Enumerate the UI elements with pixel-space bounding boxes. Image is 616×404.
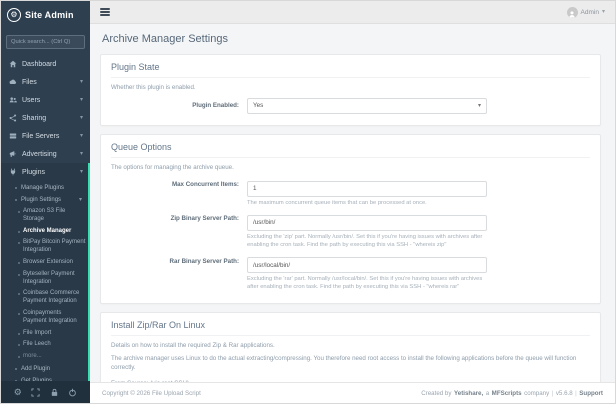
sidebar-item-browser-extension[interactable]: Browser Extension: [1, 257, 90, 269]
server-icon: [8, 132, 17, 140]
share-icon: [8, 114, 17, 122]
sidebar-item-label: Dashboard: [22, 61, 56, 68]
sidebar-item-dashboard[interactable]: Dashboard: [1, 55, 90, 73]
sidebar-item-plugin-settings[interactable]: Plugin Settings▾: [1, 194, 90, 206]
chevron-down-icon: ▾: [80, 151, 83, 157]
menu-icon[interactable]: [100, 8, 110, 16]
max-concurrent-label: Max Concurrent Items:: [111, 177, 247, 188]
chevron-down-icon: ▾: [80, 97, 83, 103]
cloud-icon: [8, 78, 17, 86]
install-zip-rar-card: Install Zip/Rar On Linux Details on how …: [100, 312, 601, 382]
field-help-text: The maximum concurrent queue items that …: [247, 199, 487, 207]
section-title: Plugin State: [111, 62, 590, 78]
sidebar-item-manage-plugins[interactable]: Manage Plugins: [1, 182, 90, 194]
sidebar: ⚙ Site Admin Dashboard Files ▾ Users ▾: [1, 1, 90, 403]
queue-options-card: Queue Options The options for managing t…: [100, 134, 601, 304]
sidebar-item-sharing[interactable]: Sharing ▾: [1, 109, 90, 127]
sidebar-item-coinpayments[interactable]: Coinpayments Payment Integration: [1, 308, 90, 328]
selected-value: Yes: [253, 102, 263, 109]
sidebar-item-label: Advertising: [22, 151, 57, 158]
credits: Created by Yetishare, a MFScripts compan…: [421, 390, 603, 397]
field-help-text: Excluding the 'rar' part. Normally /usr/…: [247, 275, 487, 292]
power-icon[interactable]: [68, 388, 77, 397]
expand-icon[interactable]: [31, 388, 40, 397]
sidebar-item-byteseller[interactable]: Byteseller Payment Integration: [1, 269, 90, 289]
chevron-down-icon: ▾: [478, 103, 481, 109]
plugin-enabled-select[interactable]: Yes ▾: [247, 98, 487, 114]
sidebar-item-file-leech[interactable]: File Leech: [1, 339, 90, 351]
chevron-down-icon: ▾: [80, 115, 83, 121]
sidebar-item-label: Sharing: [22, 115, 46, 122]
plugin-enabled-label: Plugin Enabled:: [111, 98, 247, 109]
megaphone-icon: [8, 150, 17, 158]
mfscripts-link[interactable]: MFScripts: [492, 390, 522, 397]
sidebar-item-label: Users: [22, 97, 40, 104]
sidebar-item-plugins[interactable]: Plugins ▾: [1, 163, 90, 181]
install-description-1: Details on how to install the required Z…: [111, 342, 590, 351]
sidebar-item-files[interactable]: Files ▾: [1, 73, 90, 91]
chevron-down-icon: ▾: [80, 79, 83, 85]
plugins-submenu: Manage Plugins Plugin Settings▾ Amazon S…: [1, 181, 90, 381]
plug-icon: [8, 168, 17, 176]
chevron-down-icon: ▾: [79, 197, 82, 203]
user-name: Admin: [581, 9, 599, 16]
logo-gear-icon: ⚙: [7, 8, 21, 22]
home-icon: [8, 60, 17, 68]
sidebar-item-bitpay[interactable]: BitPay Bitcoin Payment Integration: [1, 237, 90, 257]
user-menu[interactable]: Admin ▾: [567, 7, 605, 18]
version-text: v5.6.8: [556, 390, 573, 397]
support-link[interactable]: Support: [579, 390, 603, 397]
sidebar-item-label: File Servers: [22, 133, 59, 140]
section-title: Install Zip/Rar On Linux: [111, 320, 590, 336]
quick-search-input[interactable]: [6, 35, 85, 49]
gear-icon[interactable]: ⚙: [14, 388, 22, 397]
page-title: Archive Manager Settings: [102, 33, 601, 45]
app-window: ⚙ Site Admin Dashboard Files ▾ Users ▾: [0, 0, 616, 404]
section-description: The options for managing the archive que…: [111, 164, 590, 173]
field-help-text: Excluding the 'zip' part. Normally /usr/…: [247, 233, 487, 250]
sidebar-item-file-import[interactable]: File Import: [1, 328, 90, 340]
sidebar-nav: Dashboard Files ▾ Users ▾ Sharing ▾ File…: [1, 55, 90, 381]
plugins-group: Plugins ▾ Manage Plugins Plugin Settings…: [1, 163, 90, 381]
rar-binary-path-input[interactable]: [247, 257, 487, 273]
sidebar-item-advertising[interactable]: Advertising ▾: [1, 145, 90, 163]
main-area: Admin ▾ Archive Manager Settings Plugin …: [90, 1, 615, 403]
chevron-down-icon: ▾: [602, 9, 605, 15]
zip-binary-path-label: Zip Binary Server Path:: [111, 211, 247, 222]
topbar: Admin ▾: [90, 1, 615, 24]
lock-icon[interactable]: [50, 388, 59, 397]
app-title: Site Admin: [25, 10, 74, 20]
sidebar-item-users[interactable]: Users ▾: [1, 91, 90, 109]
footer: Copyright © 2026 File Upload Script Crea…: [90, 382, 615, 403]
copyright-text: Copyright © 2026 File Upload Script: [102, 390, 201, 397]
zip-binary-path-input[interactable]: [247, 215, 487, 231]
chevron-down-icon: ▾: [80, 169, 83, 175]
rar-binary-path-label: Rar Binary Server Path:: [111, 254, 247, 265]
sidebar-item-label: Files: [22, 79, 37, 86]
install-description-2: The archive manager uses Linux to do the…: [111, 355, 590, 372]
yetishare-link[interactable]: Yetishare,: [454, 390, 483, 397]
logo[interactable]: ⚙ Site Admin: [1, 1, 90, 27]
sidebar-item-more[interactable]: more...: [1, 351, 90, 363]
sidebar-item-get-plugins[interactable]: Get Plugins: [1, 375, 90, 381]
plugin-state-card: Plugin State Whether this plugin is enab…: [100, 54, 601, 126]
sidebar-item-label: Plugins: [22, 169, 45, 176]
max-concurrent-items-input[interactable]: [247, 181, 487, 197]
sidebar-item-file-servers[interactable]: File Servers ▾: [1, 127, 90, 145]
content: Archive Manager Settings Plugin State Wh…: [90, 24, 615, 382]
chevron-down-icon: ▾: [80, 133, 83, 139]
users-icon: [8, 96, 17, 104]
sidebar-bottom-bar: ⚙: [1, 381, 90, 403]
sidebar-item-archive-manager[interactable]: Archive Manager: [1, 226, 90, 238]
section-title: Queue Options: [111, 142, 590, 158]
sidebar-item-amazon-s3[interactable]: Amazon S3 File Storage: [1, 206, 90, 226]
sidebar-item-coinbase[interactable]: Coinbase Commerce Payment Integration: [1, 288, 90, 308]
section-description: Whether this plugin is enabled.: [111, 84, 590, 93]
sidebar-item-add-plugin[interactable]: Add Plugin: [1, 363, 90, 375]
avatar: [567, 7, 578, 18]
